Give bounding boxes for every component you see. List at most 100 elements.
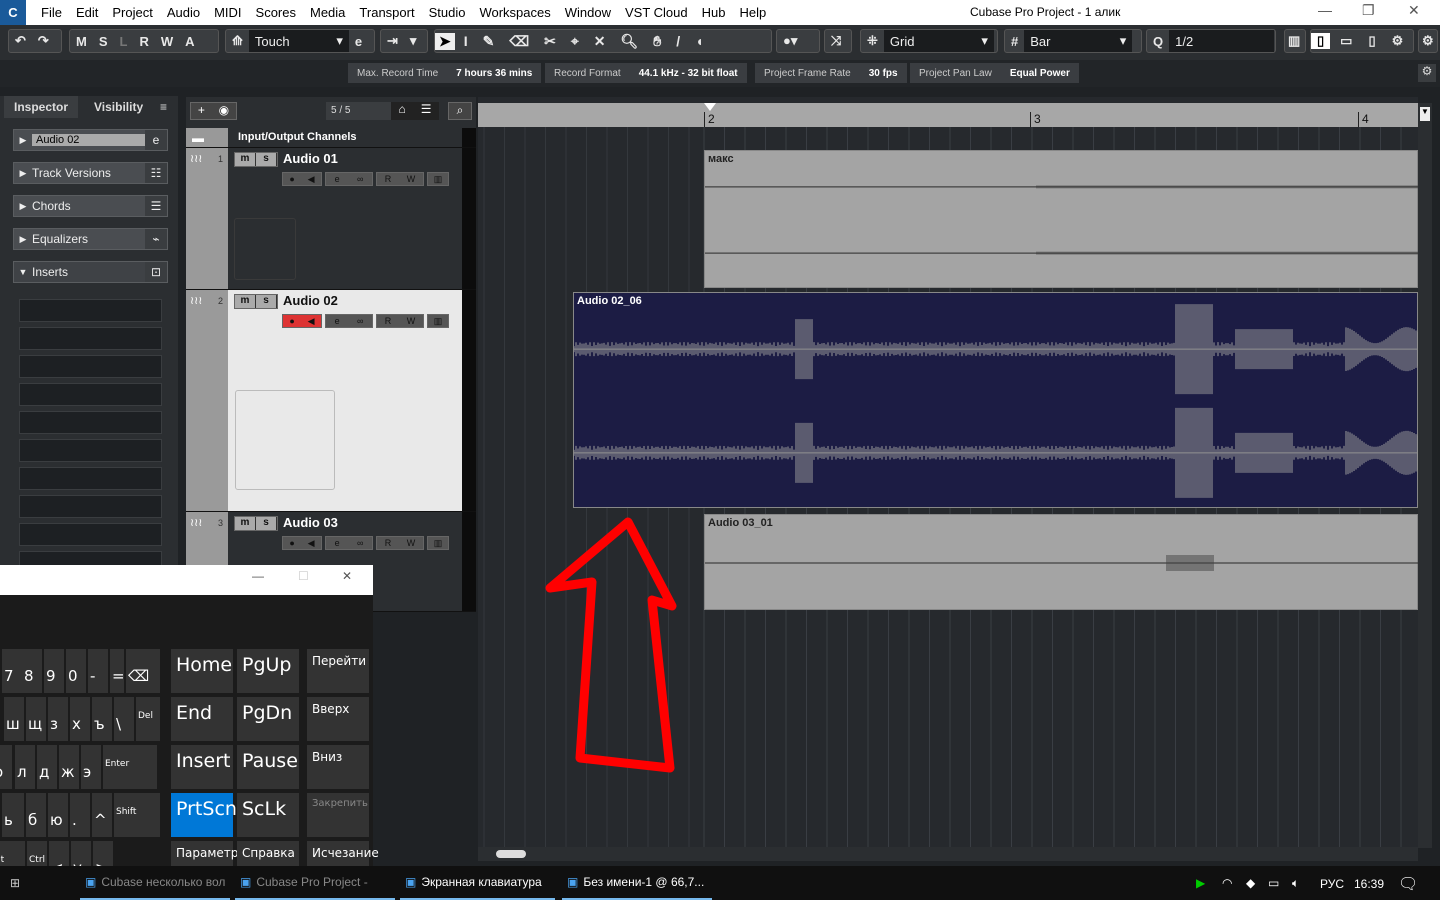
key-0-1[interactable]: PgUp [237, 649, 299, 693]
language-indicator[interactable]: РУС [1320, 877, 1344, 891]
key[interactable]: л [15, 745, 35, 789]
info-field[interactable]: Project Frame Rate 30 fps [755, 63, 907, 83]
insert-slot[interactable] [19, 355, 162, 378]
menu-studio[interactable]: Studio [422, 5, 473, 20]
key-2-2[interactable]: Вниз [307, 745, 369, 789]
key-0-0[interactable]: Home [171, 649, 233, 693]
key[interactable]: 9 [44, 649, 64, 693]
nudge-group[interactable]: ⇥ ▾ [380, 29, 428, 53]
edit-icon[interactable]: e [349, 34, 368, 49]
insert-slot[interactable] [19, 299, 162, 322]
menu-scores[interactable]: Scores [249, 5, 303, 20]
section-icon[interactable]: ☰ [145, 196, 167, 216]
key[interactable]: ж [59, 745, 79, 789]
key-3-1[interactable]: ScLk [237, 793, 299, 837]
read-automation-button[interactable]: R [385, 316, 392, 326]
key[interactable]: о [0, 745, 12, 789]
record-enable-button[interactable]: ● [289, 538, 294, 548]
range-tool-icon[interactable]: I [458, 33, 474, 49]
key[interactable]: ^ [92, 793, 112, 837]
snap-type-select[interactable]: ⁜ Grid ▾ [860, 29, 998, 53]
folder-track[interactable]: ▬ Input/Output Channels [186, 128, 476, 148]
record-enable-button[interactable]: ● [289, 316, 294, 326]
write-automation-button[interactable]: W [407, 174, 416, 184]
lanes-button[interactable]: ∞ [357, 316, 363, 326]
menu-transport[interactable]: Transport [352, 5, 421, 20]
state-button-l[interactable]: L [114, 34, 134, 49]
clock[interactable]: 16:39 [1354, 877, 1384, 891]
key-1-2[interactable]: Вверх [307, 697, 369, 741]
mute-button[interactable]: m [235, 153, 256, 166]
key-0-2[interactable]: Перейти [307, 649, 369, 693]
lanes-button[interactable]: ∞ [357, 538, 363, 548]
battery-icon[interactable]: ▭ [1268, 876, 1279, 890]
monitor-button[interactable]: ◀ [308, 174, 315, 185]
edit-channel-icon[interactable]: e [145, 130, 167, 150]
channel-settings-button[interactable]: ▥ [427, 314, 449, 328]
hand-tool-icon[interactable]: ✋︎ [647, 33, 667, 50]
line-tool-icon[interactable]: / [670, 33, 686, 49]
redo-icon[interactable]: ↷ [32, 33, 55, 49]
monitor-button[interactable]: ◀ [308, 538, 315, 549]
object-select-tool-icon[interactable]: ➤ [435, 32, 455, 50]
audio-event[interactable]: Audio 02_06 [573, 292, 1418, 508]
setup-icon[interactable]: ⚙ [1386, 33, 1410, 49]
insert-slot[interactable] [19, 383, 162, 406]
horizontal-scrollbar[interactable] [478, 847, 1418, 861]
menu-hub[interactable]: Hub [695, 5, 733, 20]
key[interactable]: 8 [22, 649, 42, 693]
key-3-0[interactable]: PrtScn [171, 793, 237, 837]
volume-icon[interactable]: 🔈︎ [1292, 876, 1299, 891]
key[interactable]: щ [26, 697, 46, 741]
glue-tool-icon[interactable]: ⌖ [565, 33, 585, 50]
find-track-icon[interactable]: ⌕ [448, 102, 472, 120]
inspector-section-track-versions[interactable]: ▶ Track Versions ☷ [13, 162, 168, 184]
minimize-button[interactable]: — [1318, 2, 1332, 18]
osk-close-button[interactable]: ✕ [342, 569, 352, 583]
grid-type-select[interactable]: # Bar ▾ [1004, 29, 1142, 53]
state-button-w[interactable]: W [155, 34, 179, 49]
inspector-menu-icon[interactable]: ≡ [150, 96, 177, 118]
ruler[interactable]: 2 3 4 [478, 103, 1418, 127]
key-2-1[interactable]: Pause [237, 745, 299, 789]
lower-zone-icon[interactable]: ▭ [1334, 33, 1358, 49]
insert-slot[interactable] [19, 495, 162, 518]
key[interactable]: б [26, 793, 46, 837]
key-1-1[interactable]: PgDn [237, 697, 299, 741]
infobar-settings-icon[interactable]: ⚙ [1418, 64, 1436, 82]
key[interactable]: = [110, 649, 125, 693]
key[interactable]: Enter [103, 745, 157, 789]
key[interactable]: д [37, 745, 57, 789]
key[interactable]: ш [4, 697, 24, 741]
key[interactable]: ю [48, 793, 68, 837]
key[interactable]: ⌫ [126, 649, 160, 693]
taskbar-item[interactable]: ▣ Экранная клавиатура [400, 866, 555, 900]
bar-marker[interactable]: 4 [1358, 112, 1369, 127]
key[interactable]: Shift [114, 793, 160, 837]
zoom-tool-icon[interactable]: 🔍︎ [615, 33, 645, 50]
state-button-m[interactable]: M [70, 34, 93, 49]
key[interactable]: \ [114, 697, 134, 741]
add-track-icon[interactable]: + [198, 103, 205, 119]
track-picture[interactable] [235, 390, 335, 490]
menu-help[interactable]: Help [733, 5, 774, 20]
edit-channel-button[interactable]: e [335, 538, 340, 548]
key[interactable]: ъ [92, 697, 112, 741]
menu-window[interactable]: Window [558, 5, 618, 20]
solo-button[interactable]: s [256, 295, 277, 308]
color-menu[interactable]: ●▾ [776, 29, 820, 53]
solo-button[interactable]: s [256, 517, 277, 530]
track-name[interactable]: Audio 01 [283, 151, 338, 166]
read-automation-button[interactable]: R [385, 174, 392, 184]
track-audio-02[interactable]: ≀≀≀ 2 ms Audio 02 ● ◀ e ∞ R W ▥ [186, 290, 476, 512]
inspector-section-inserts[interactable]: ▼ Inserts ⊡ [13, 261, 168, 283]
state-button-r[interactable]: R [133, 34, 154, 49]
eraser-tool-icon[interactable]: ⌫ [503, 33, 535, 50]
section-icon[interactable]: ⊡ [145, 262, 167, 282]
notifications-icon[interactable]: 🗨︎ [1398, 874, 1418, 894]
insert-slot[interactable] [19, 467, 162, 490]
record-enable-button[interactable]: ● [289, 174, 294, 184]
insert-slot[interactable] [19, 327, 162, 350]
insert-slot[interactable] [19, 411, 162, 434]
key[interactable]: х [70, 697, 90, 741]
